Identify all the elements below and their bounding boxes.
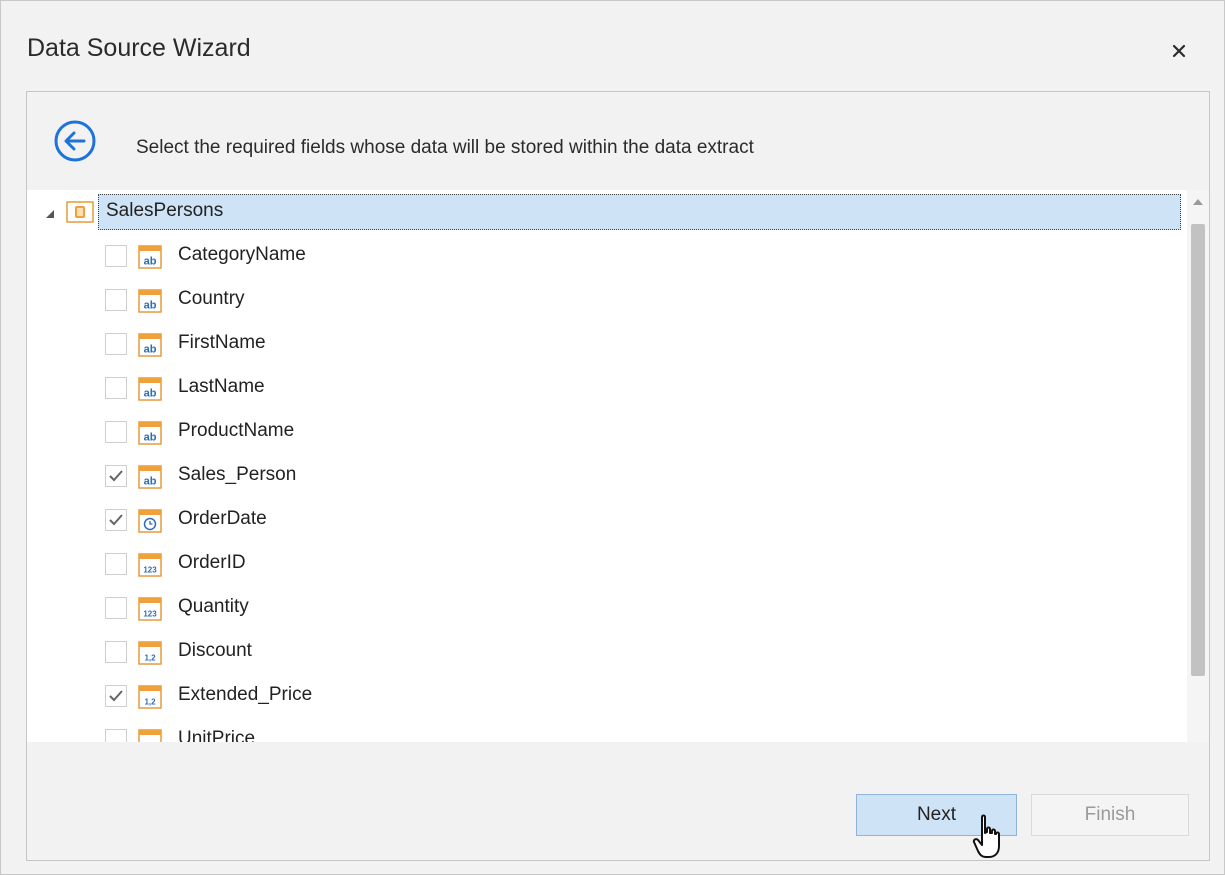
data-source-wizard-window: Data Source Wizard Select the required f… [0,0,1225,875]
field-checkbox[interactable] [105,597,127,619]
field-row[interactable]: OrderDate [27,500,1187,540]
svg-text:ab: ab [144,344,157,356]
field-label: OrderDate [178,508,267,529]
svg-text:ab: ab [144,256,157,268]
back-button[interactable] [53,119,97,163]
field-label: Extended_Price [178,684,313,705]
field-row[interactable]: ab CategoryName [27,236,1187,276]
field-checkbox[interactable] [105,553,127,575]
root-node-label: SalesPersons [106,200,224,221]
svg-text:123: 123 [143,566,157,575]
svg-text:ab: ab [144,432,157,444]
string-field-icon: ab [138,289,162,313]
svg-text:123: 123 [143,610,157,619]
checkmark-icon [109,514,123,526]
title-bar: Data Source Wizard [1,1,1224,91]
field-checkbox[interactable] [105,289,127,311]
field-row[interactable]: ab ProductName [27,412,1187,452]
field-checkbox[interactable] [105,377,127,399]
field-checkbox[interactable] [105,333,127,355]
close-icon [1172,44,1186,58]
field-label: Discount [178,640,252,661]
datetime-field-icon [138,509,162,533]
field-label: OrderID [178,552,246,573]
field-checkbox[interactable] [105,245,127,267]
scroll-up-icon[interactable] [1192,197,1204,207]
field-row[interactable]: ab LastName [27,368,1187,408]
svg-text:ab: ab [144,300,157,312]
string-field-icon: ab [138,377,162,401]
close-button[interactable] [1159,31,1199,71]
field-label: Country [178,288,245,309]
field-row[interactable]: ab Sales_Person [27,456,1187,496]
string-field-icon: ab [138,245,162,269]
string-field-icon: ab [138,333,162,357]
field-checkbox[interactable] [105,465,127,487]
decimal-field-icon: 1,2 [138,641,162,665]
field-checkbox[interactable] [105,641,127,663]
field-row[interactable]: ab Country [27,280,1187,320]
field-row[interactable]: 1,2 Extended_Price [27,676,1187,716]
checkmark-icon [109,470,123,482]
window-title: Data Source Wizard [27,34,251,62]
finish-button[interactable]: Finish [1031,794,1189,836]
database-table-icon [66,201,94,223]
field-row[interactable]: 123 OrderID [27,544,1187,584]
svg-text:1,2: 1,2 [144,698,156,707]
expand-arrow-icon[interactable] [44,208,56,220]
field-label: ProductName [178,420,295,441]
scrollbar-thumb[interactable] [1191,224,1205,676]
field-row[interactable]: 1,2 Discount [27,632,1187,672]
field-label: Sales_Person [178,464,297,485]
field-checkbox[interactable] [105,509,127,531]
field-row[interactable]: 123 Quantity [27,588,1187,628]
field-label: CategoryName [178,244,306,265]
field-label: FirstName [178,332,266,353]
integer-field-icon: 123 [138,597,162,621]
field-checkbox[interactable] [105,421,127,443]
page-header: Select the required fields whose data wi… [27,92,1209,190]
field-row[interactable]: ab FirstName [27,324,1187,364]
field-checkbox[interactable] [105,685,127,707]
string-field-icon: ab [138,421,162,445]
wizard-footer: Next Finish [27,742,1209,860]
root-node-selection [98,194,1181,230]
field-label: Quantity [178,596,249,617]
page-instruction: Select the required fields whose data wi… [136,137,754,158]
mouse-pointer-icon [972,814,1000,858]
tree-root-node[interactable]: SalesPersons [27,192,1187,232]
field-label: LastName [178,376,265,397]
back-arrow-icon [54,120,96,162]
integer-field-icon: 123 [138,553,162,577]
svg-text:ab: ab [144,476,157,488]
wizard-page: Select the required fields whose data wi… [26,91,1210,861]
svg-text:1,2: 1,2 [144,654,156,663]
checkmark-icon [109,690,123,702]
string-field-icon: ab [138,465,162,489]
svg-text:ab: ab [144,388,157,400]
decimal-field-icon: 1,2 [138,685,162,709]
